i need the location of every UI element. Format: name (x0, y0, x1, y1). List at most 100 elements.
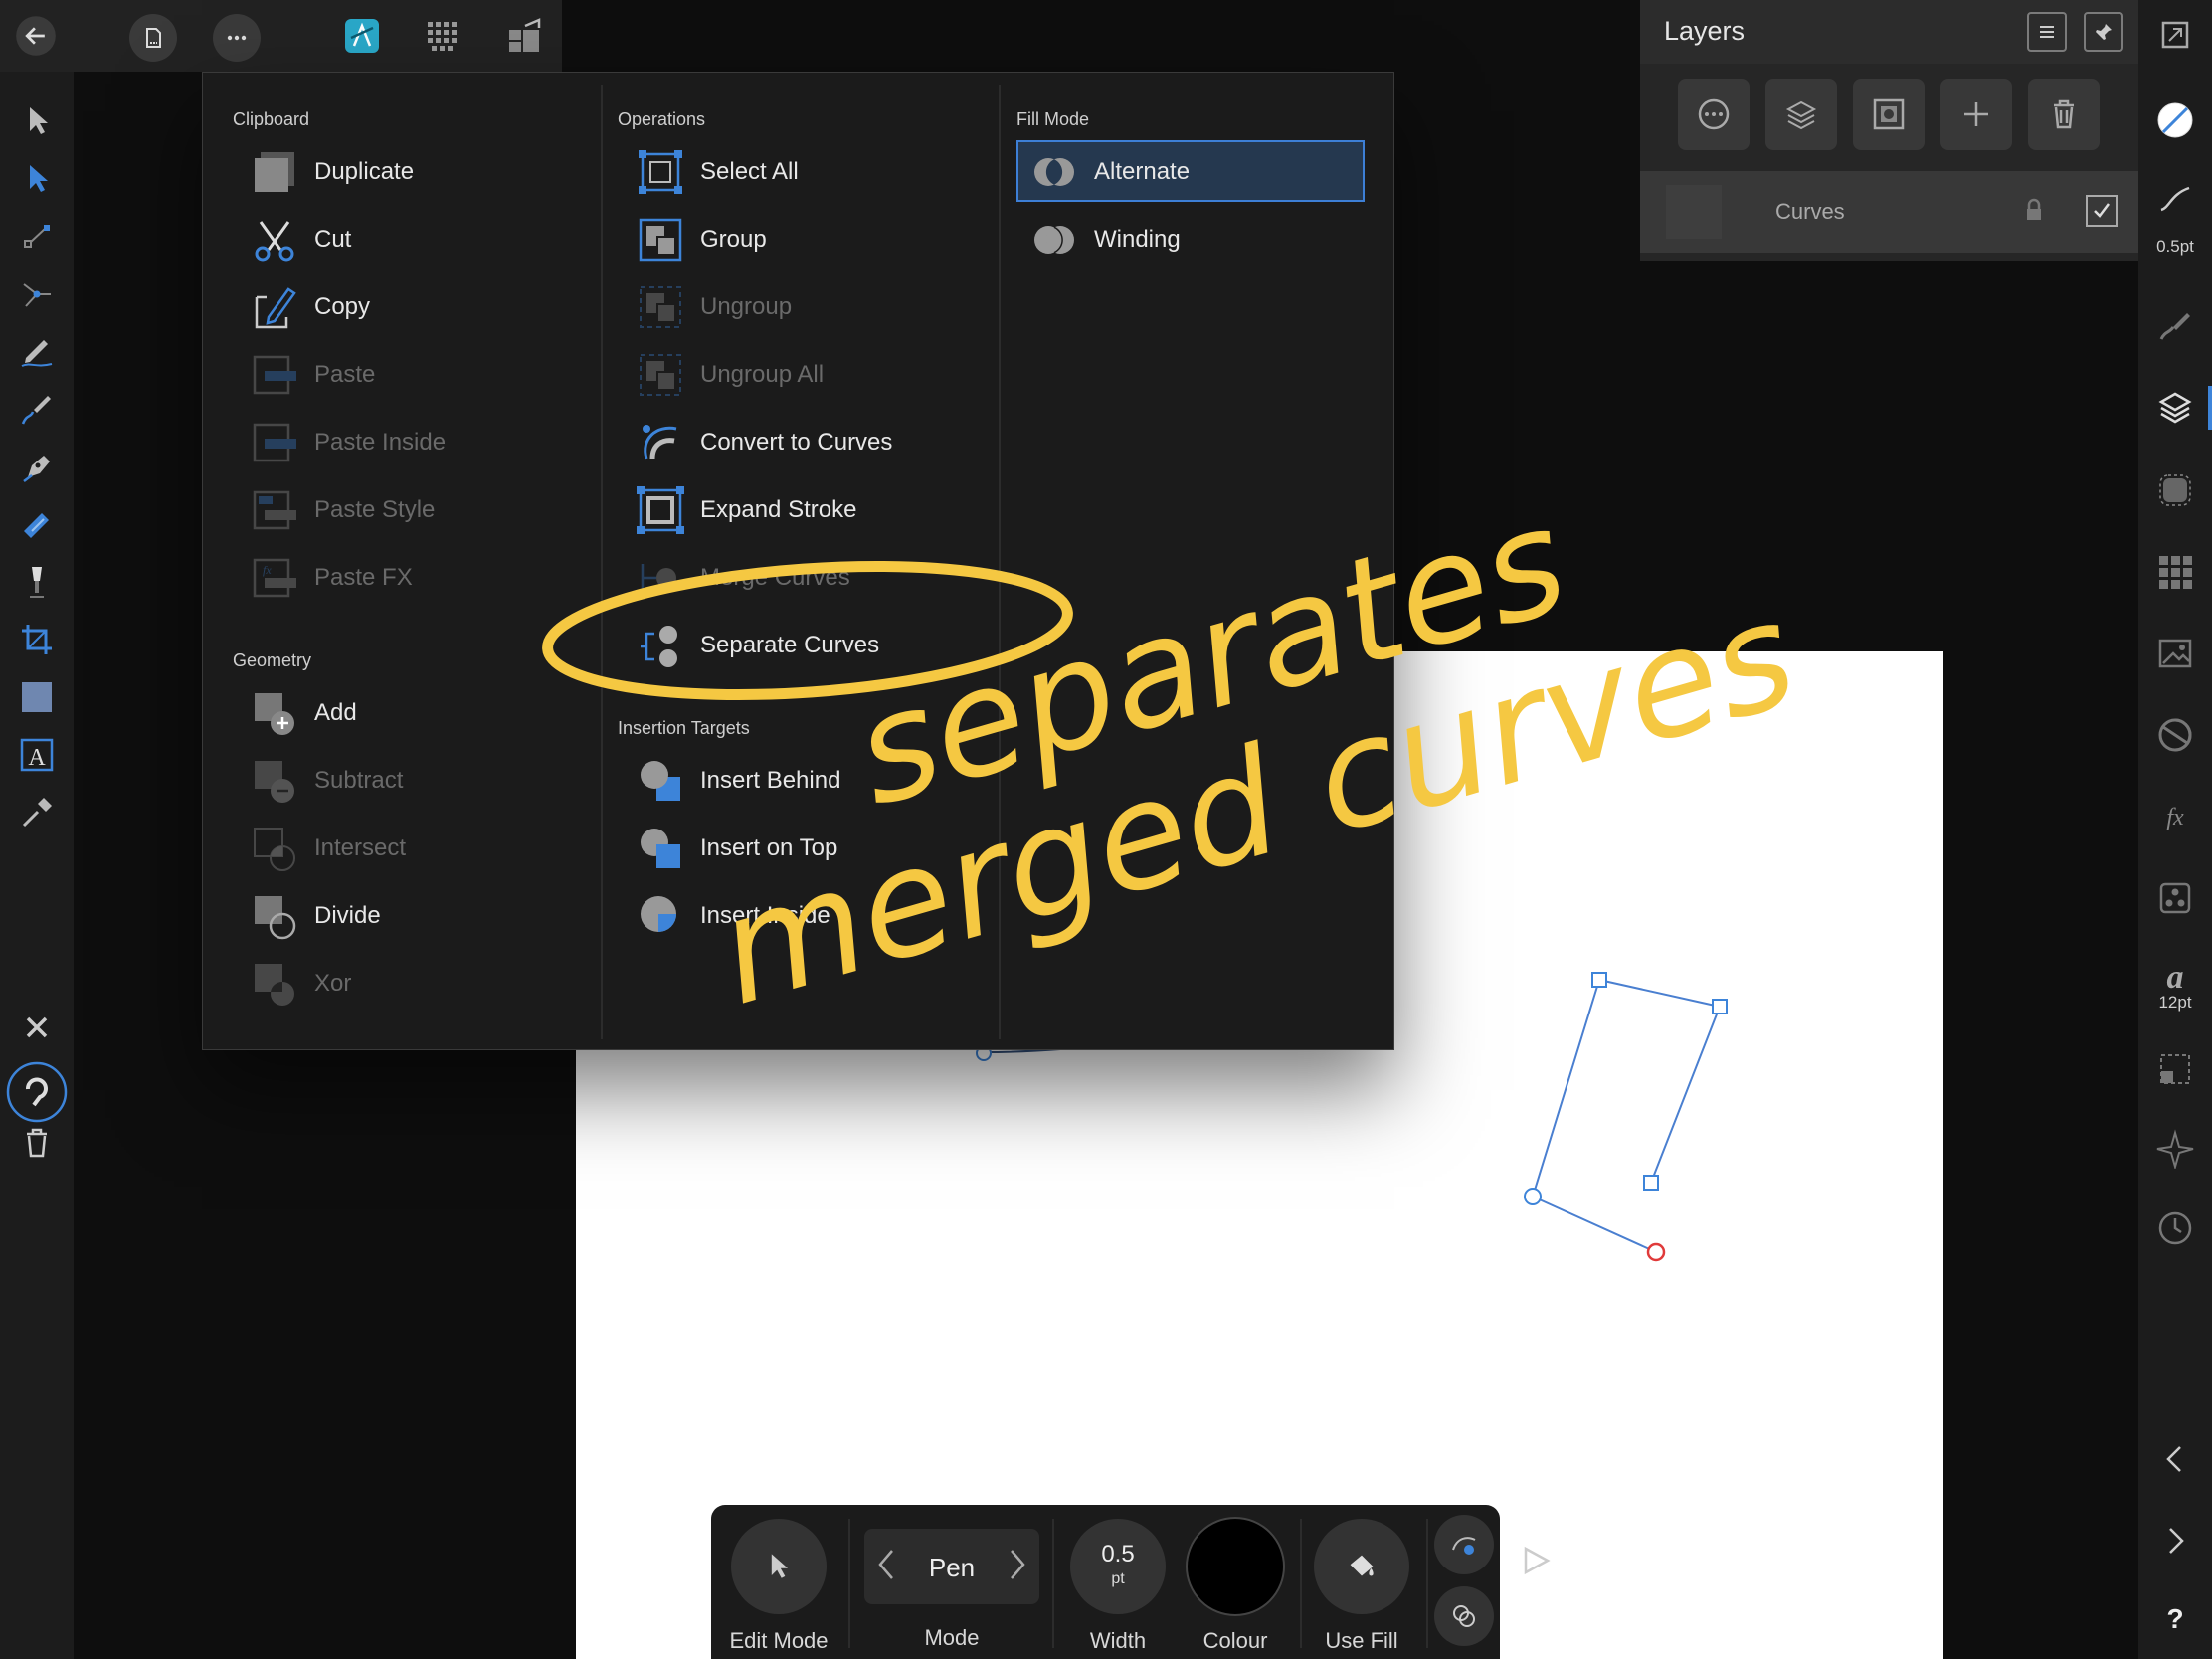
transform-icon[interactable] (2148, 1042, 2202, 1096)
effects-icon[interactable]: fx (2148, 790, 2202, 843)
expand-stroke-menu-item[interactable]: Expand Stroke (635, 482, 856, 538)
layer-stack-icon[interactable] (1765, 79, 1837, 150)
transparency-tool-icon[interactable] (13, 558, 61, 606)
group-menu-item[interactable]: Group (635, 212, 767, 268)
symbols-icon[interactable] (2148, 871, 2202, 925)
convert-to-curves-menu-item[interactable]: Convert to Curves (635, 415, 892, 470)
play-icon[interactable] (1520, 1545, 1552, 1576)
layers-menu-icon[interactable] (2027, 12, 2067, 52)
separator (848, 1519, 850, 1648)
lock-icon[interactable] (2022, 197, 2046, 223)
separate-curves-menu-item[interactable]: Separate Curves (635, 618, 879, 673)
chevron-left-icon[interactable] (2148, 1432, 2202, 1486)
chevron-right-icon[interactable] (1008, 1547, 1027, 1582)
paste-menu-item[interactable]: Paste (249, 347, 375, 403)
insert-inside-menu-item[interactable]: Insert Inside (635, 888, 830, 944)
duplicate-menu-item[interactable]: Duplicate (249, 144, 414, 200)
point-transform-tool-icon[interactable] (13, 212, 61, 260)
fill-tool-icon[interactable] (13, 500, 61, 548)
width-value: 0.5 (1101, 1541, 1135, 1567)
corner-tool-icon[interactable] (13, 270, 61, 317)
back-icon[interactable] (14, 14, 58, 58)
width-button[interactable]: 0.5 pt (1070, 1519, 1166, 1614)
delete-layer-icon[interactable] (2028, 79, 2100, 150)
pen-tool-icon[interactable] (13, 443, 61, 490)
chevron-left-icon[interactable] (876, 1547, 896, 1582)
merge-curves-icon (635, 552, 686, 604)
operations-title: Operations (618, 109, 706, 129)
snapping-options-button[interactable] (1434, 1515, 1494, 1574)
text-tool-icon[interactable]: A (13, 731, 61, 779)
vector-brush-tool-icon[interactable] (13, 385, 61, 433)
paste-fx-menu-item[interactable]: fx Paste FX (249, 550, 413, 606)
trash-icon[interactable] (13, 1119, 61, 1167)
colour-wheel-icon[interactable] (2148, 708, 2202, 762)
ungroup-menu-item[interactable]: Ungroup (635, 279, 792, 335)
add-menu-item[interactable]: Add (249, 685, 357, 741)
select-all-menu-item[interactable]: Select All (635, 144, 799, 200)
assets-icon[interactable] (2148, 627, 2202, 680)
svg-text:fx: fx (2166, 805, 2184, 830)
context-toolbar: Edit Mode Pen Mode 0.5 pt Width Colour U… (711, 1505, 1500, 1659)
use-fill-button[interactable] (1314, 1519, 1409, 1614)
swatches-icon[interactable] (2148, 545, 2202, 599)
colour-picker-tool-icon[interactable] (13, 789, 61, 836)
navigator-icon[interactable] (2148, 1122, 2202, 1176)
layers-header: Layers (1640, 0, 2138, 64)
history-icon[interactable] (2148, 1201, 2202, 1255)
designer-persona-icon[interactable] (340, 14, 384, 58)
divide-menu-item[interactable]: Divide (249, 888, 381, 944)
move-tool-icon[interactable] (13, 96, 61, 144)
pixel-persona-icon[interactable] (422, 14, 465, 58)
document-icon[interactable] (129, 14, 177, 62)
edit-mode-button[interactable] (731, 1519, 827, 1614)
fill-mode-title: Fill Mode (1016, 109, 1090, 129)
snapping-icon[interactable] (6, 1061, 68, 1123)
ungroup-all-menu-item[interactable]: Ungroup All (635, 347, 824, 403)
crop-tool-icon[interactable] (13, 616, 61, 663)
layer-row[interactable]: Curves (1640, 171, 2138, 253)
visibility-checkbox[interactable] (2086, 195, 2118, 227)
paste-style-menu-item[interactable]: Paste Style (249, 482, 435, 538)
group-icon (635, 214, 686, 266)
layers-panel: Layers Curves (1640, 0, 2138, 261)
insert-behind-menu-item[interactable]: Insert Behind (635, 753, 840, 809)
insert-on-top-menu-item[interactable]: Insert on Top (635, 821, 837, 876)
separate-curves-icon (635, 620, 686, 671)
help-icon[interactable]: ? (2148, 1591, 2202, 1645)
xor-menu-item[interactable]: Xor (249, 956, 351, 1012)
layer-options-icon[interactable] (1678, 79, 1750, 150)
mode-selector[interactable]: Pen (864, 1529, 1039, 1604)
copy-menu-item[interactable]: Copy (249, 279, 370, 335)
fill-alternate-icon (1028, 146, 1080, 198)
chevron-right-icon[interactable] (2148, 1514, 2202, 1567)
layer-thumbnail (1666, 185, 1722, 239)
stroke-icon[interactable] (2148, 171, 2202, 225)
rectangle-tool-icon[interactable] (13, 673, 61, 721)
fill-stroke-swatch-icon[interactable] (2148, 93, 2202, 147)
copy-icon (249, 281, 300, 333)
intersect-menu-item[interactable]: Intersect (249, 821, 406, 876)
brushes-icon[interactable] (2148, 298, 2202, 352)
subtract-menu-item[interactable]: Subtract (249, 753, 403, 809)
colour-swatch[interactable] (1186, 1517, 1285, 1616)
cut-menu-item[interactable]: Cut (249, 212, 351, 268)
geometry-options-button[interactable] (1434, 1586, 1494, 1646)
winding-menu-item[interactable]: Winding (1028, 212, 1181, 268)
pin-icon[interactable] (2084, 12, 2123, 52)
layers-studio-icon[interactable] (2148, 381, 2202, 435)
appearance-icon[interactable] (2148, 463, 2202, 517)
paste-icon (249, 349, 300, 401)
add-layer-icon[interactable] (1940, 79, 2012, 150)
fullscreen-icon[interactable] (2148, 8, 2202, 62)
more-icon[interactable] (213, 14, 261, 62)
svg-text:fx: fx (263, 563, 272, 577)
pencil-tool-icon[interactable] (13, 327, 61, 375)
merge-curves-menu-item[interactable]: Merge Curves (635, 550, 850, 606)
node-tool-icon[interactable] (13, 154, 61, 202)
mask-layer-icon[interactable] (1853, 79, 1925, 150)
export-persona-icon[interactable] (503, 14, 547, 58)
close-icon[interactable] (13, 1004, 61, 1051)
paste-inside-menu-item[interactable]: Paste Inside (249, 415, 446, 470)
alternate-menu-item[interactable]: Alternate (1028, 144, 1190, 200)
